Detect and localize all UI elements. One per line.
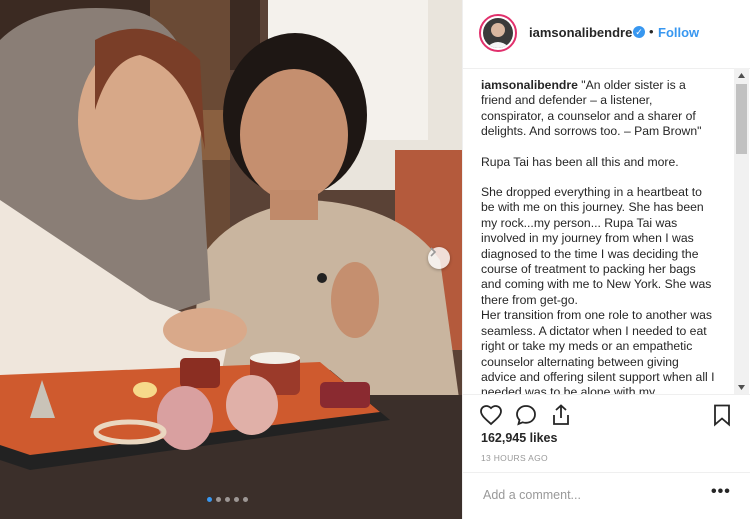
separator-bullet: • — [649, 24, 654, 39]
carousel-dot — [225, 497, 230, 502]
caption-paragraph: Rupa Tai has been all this and more. — [481, 154, 679, 169]
next-image-button[interactable] — [428, 247, 450, 269]
heart-icon[interactable] — [479, 403, 503, 427]
bookmark-icon[interactable] — [710, 403, 734, 427]
scroll-up-arrow-icon[interactable] — [734, 68, 749, 82]
comment-input[interactable] — [481, 487, 685, 503]
carousel-dot — [243, 497, 248, 502]
share-icon[interactable] — [549, 403, 573, 427]
more-options-button[interactable]: ••• — [711, 483, 731, 501]
post-photo[interactable] — [0, 0, 462, 519]
carousel-indicator — [207, 497, 248, 502]
post-actions — [463, 394, 750, 435]
caption-paragraph: She dropped everything in a heartbeat to… — [481, 185, 712, 307]
avatar-image — [483, 18, 513, 48]
caption-scrollbar[interactable] — [734, 68, 749, 394]
post-caption: iamsonalibendre "An older sister is a fr… — [481, 78, 717, 394]
photo-illustration — [0, 0, 462, 519]
follow-button[interactable]: Follow — [658, 25, 699, 40]
post-details-panel: iamsonalibendre ✓ • Follow iamsonalibend… — [462, 0, 750, 519]
caption-paragraph: Her transition from one role to another … — [481, 308, 715, 394]
comment-bar: ••• — [463, 472, 750, 520]
post-timestamp[interactable]: 13 HOURS AGO — [481, 453, 548, 463]
scrollbar-thumb[interactable] — [736, 84, 747, 154]
carousel-dot — [207, 497, 212, 502]
caption-username-link[interactable]: iamsonalibendre — [481, 78, 578, 92]
carousel-dot — [234, 497, 239, 502]
comment-icon[interactable] — [514, 403, 538, 427]
post-header: iamsonalibendre ✓ • Follow — [463, 0, 750, 69]
verified-badge-icon: ✓ — [633, 26, 645, 38]
likes-count[interactable]: 162,945 likes — [481, 431, 557, 445]
carousel-dot — [216, 497, 221, 502]
username-link[interactable]: iamsonalibendre — [529, 25, 632, 40]
avatar[interactable] — [479, 14, 517, 52]
scroll-down-arrow-icon[interactable] — [734, 380, 749, 394]
chevron-right-icon — [430, 247, 437, 257]
